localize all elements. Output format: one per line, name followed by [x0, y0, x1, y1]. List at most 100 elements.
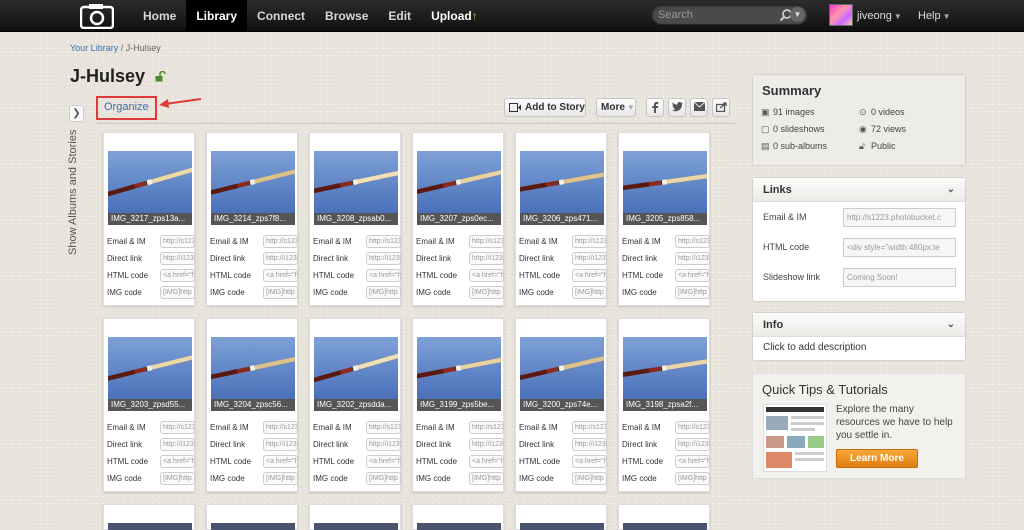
photo-filename[interactable]: IMG_3205_zps858... — [623, 213, 707, 225]
email-im-field[interactable]: http://s123 — [160, 421, 195, 434]
direct-link-field[interactable]: http://i123 — [263, 252, 298, 265]
photo-card[interactable]: IMG_3207_zps0ec... Email & IM http://s123 D… — [412, 132, 504, 306]
email-im-field[interactable]: http://s123 — [263, 421, 298, 434]
photo-thumbnail[interactable] — [314, 523, 398, 530]
email-im-field[interactable]: http://s123 — [675, 235, 710, 248]
direct-link-field[interactable]: http://i123 — [469, 252, 504, 265]
photo-card[interactable] — [103, 504, 195, 530]
photo-thumbnail[interactable] — [211, 337, 295, 399]
photobucket-logo-icon[interactable] — [80, 3, 114, 29]
direct-link-field[interactable]: http://i123 — [675, 438, 710, 451]
photo-filename[interactable]: IMG_3198_zpsa2f... — [623, 399, 707, 411]
direct-link-field[interactable]: http://i123 — [160, 252, 195, 265]
email-im-field[interactable]: http://s123 — [572, 235, 607, 248]
photo-thumbnail[interactable] — [623, 523, 707, 530]
html-code-field[interactable]: <a href="h — [366, 455, 401, 468]
add-to-story-button[interactable]: Add to Story — [504, 98, 586, 117]
photo-filename[interactable]: IMG_3203_zpsd55... — [108, 399, 192, 411]
photo-filename[interactable]: IMG_3200_zps74e... — [520, 399, 604, 411]
direct-link-field[interactable]: http://i123 — [366, 438, 401, 451]
photo-thumbnail[interactable] — [520, 523, 604, 530]
photo-thumbnail[interactable] — [623, 337, 707, 399]
photo-card[interactable] — [515, 504, 607, 530]
photo-card[interactable]: IMG_3198_zpsa2f... Email & IM http://s123 D… — [618, 318, 710, 492]
email-im-field[interactable]: http://s123 — [366, 421, 401, 434]
photo-thumbnail[interactable] — [211, 151, 295, 213]
photo-thumbnail[interactable] — [417, 151, 501, 213]
user-menu[interactable]: jiveong ▼ — [857, 0, 902, 33]
html-code-field[interactable]: <a href="h — [160, 455, 195, 468]
html-code-field[interactable]: <a href="h — [469, 269, 504, 282]
html-code-field[interactable]: <a href="h — [675, 269, 710, 282]
direct-link-field[interactable]: http://i123 — [675, 252, 710, 265]
html-code-field[interactable]: <a href="h — [675, 455, 710, 468]
photo-thumbnail[interactable] — [417, 523, 501, 530]
html-code-field[interactable]: <a href="h — [572, 269, 607, 282]
photo-thumbnail[interactable] — [623, 151, 707, 213]
direct-link-field[interactable]: http://i123 — [366, 252, 401, 265]
nav-home[interactable]: Home — [133, 0, 186, 32]
html-code-field[interactable]: <a href="h — [263, 455, 298, 468]
help-menu[interactable]: Help ▼ — [918, 0, 951, 33]
add-description-link[interactable]: Click to add description — [763, 342, 866, 353]
photo-card[interactable] — [412, 504, 504, 530]
photo-filename[interactable]: IMG_3204_zpsc56... — [211, 399, 295, 411]
direct-link-field[interactable]: http://i123 — [572, 438, 607, 451]
photo-thumbnail[interactable] — [108, 337, 192, 399]
html-code-field[interactable]: <a href="h — [160, 269, 195, 282]
photo-thumbnail[interactable] — [417, 337, 501, 399]
photo-card[interactable]: IMG_3208_zpsab0... Email & IM http://s123 D… — [309, 132, 401, 306]
avatar[interactable] — [829, 4, 853, 26]
photo-card[interactable]: IMG_3203_zpsd55... Email & IM http://s123 D… — [103, 318, 195, 492]
photo-card[interactable]: IMG_3214_zps7f8... Email & IM http://s123 D… — [206, 132, 298, 306]
search-options-chevron-icon[interactable]: ▼ — [790, 7, 805, 22]
img-code-field[interactable]: [IMG]http — [469, 286, 504, 299]
nav-browse[interactable]: Browse — [315, 0, 378, 32]
links-panel-header[interactable]: Links ⌄ — [753, 178, 965, 202]
email-im-field[interactable]: http://s123 — [160, 235, 195, 248]
tutorial-preview-image[interactable] — [763, 404, 827, 472]
direct-link-field[interactable]: http://i123 — [160, 438, 195, 451]
email-im-field[interactable]: http://s123 — [675, 421, 710, 434]
img-code-field[interactable]: [IMG]http — [675, 472, 710, 485]
photo-thumbnail[interactable] — [520, 151, 604, 213]
info-panel-header[interactable]: Info ⌄ — [753, 313, 965, 337]
direct-link-field[interactable]: http://i123 — [469, 438, 504, 451]
organize-button[interactable]: Organize — [104, 101, 149, 113]
email-im-field[interactable]: http://s123 — [469, 235, 504, 248]
breadcrumb-root-link[interactable]: Your Library — [70, 43, 118, 53]
learn-more-button[interactable]: Learn More — [836, 449, 918, 468]
photo-thumbnail[interactable] — [108, 523, 192, 530]
privacy-status[interactable]: 🔓︎ Public — [859, 141, 896, 152]
direct-link-field[interactable]: http://i123 — [572, 252, 607, 265]
photo-filename[interactable]: IMG_3207_zps0ec... — [417, 213, 501, 225]
img-code-field[interactable]: [IMG]http — [263, 286, 298, 299]
photo-thumbnail[interactable] — [314, 337, 398, 399]
photo-card[interactable]: IMG_3217_zps13a... Email & IM http://s123 D… — [103, 132, 195, 306]
email-share-button[interactable] — [690, 98, 708, 117]
img-code-field[interactable]: [IMG]http — [675, 286, 710, 299]
sidebar-toggle-label[interactable]: Show Albums and Stories — [67, 105, 79, 255]
img-code-field[interactable]: [IMG]http — [366, 286, 401, 299]
nav-library[interactable]: Library — [186, 0, 248, 32]
search-input[interactable] — [658, 7, 778, 23]
email-im-field[interactable]: http://s123 — [469, 421, 504, 434]
photo-card[interactable]: IMG_3200_zps74e... Email & IM http://s123 D… — [515, 318, 607, 492]
nav-connect[interactable]: Connect — [247, 0, 315, 32]
html-code-field[interactable]: <a href="h — [572, 455, 607, 468]
photo-filename[interactable]: IMG_3214_zps7f8... — [211, 213, 295, 225]
img-code-field[interactable]: [IMG]http — [263, 472, 298, 485]
photo-card[interactable]: IMG_3205_zps858... Email & IM http://s123 D… — [618, 132, 710, 306]
html-code-field[interactable]: <a href="h — [263, 269, 298, 282]
email-im-field[interactable]: http://s123 — [263, 235, 298, 248]
photo-thumbnail[interactable] — [108, 151, 192, 213]
photo-filename[interactable]: IMG_3208_zpsab0... — [314, 213, 398, 225]
photo-thumbnail[interactable] — [520, 337, 604, 399]
links-slideshow-field[interactable]: Coming Soon! — [843, 268, 956, 287]
photo-card[interactable]: IMG_3199_zps5be... Email & IM http://s123 D… — [412, 318, 504, 492]
facebook-share-button[interactable] — [646, 98, 664, 117]
more-menu-button[interactable]: More ▼ — [596, 98, 636, 117]
email-im-field[interactable]: http://s123 — [572, 421, 607, 434]
photo-filename[interactable]: IMG_3206_zps471... — [520, 213, 604, 225]
photo-card[interactable] — [206, 504, 298, 530]
